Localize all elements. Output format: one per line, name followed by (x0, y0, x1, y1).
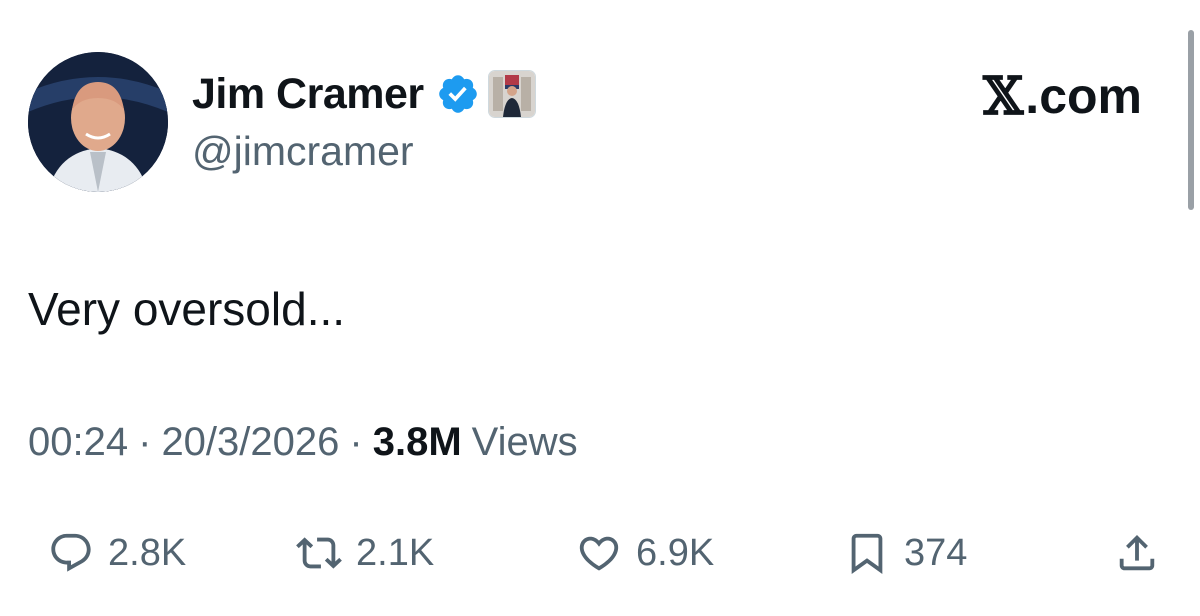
reply-icon (51, 533, 91, 572)
verified-badge-icon[interactable] (436, 72, 480, 116)
author-name-row: Jim Cramer (192, 66, 536, 122)
avatar[interactable] (28, 52, 168, 192)
bookmark-button[interactable]: 374 (844, 518, 967, 588)
reply-button[interactable]: 2.8K (48, 518, 186, 588)
affiliation-badge[interactable] (487, 70, 536, 118)
reply-count: 2.8K (108, 531, 187, 574)
tweet-date[interactable]: 20/3/2026 (161, 420, 339, 465)
meta-separator: · (349, 420, 363, 464)
tweet-actions: 2.8K 2.1K 6.9K 374 (0, 518, 1200, 588)
bookmark-icon (851, 533, 883, 574)
tweet-text: Very oversold... (28, 283, 346, 335)
scrollbar[interactable] (1188, 30, 1194, 210)
like-count: 6.9K (636, 531, 715, 574)
share-icon (1119, 534, 1155, 571)
retweet-count: 2.1K (356, 531, 435, 574)
retweet-button[interactable]: 2.1K (296, 518, 434, 588)
x-com-watermark: 𝕏 .com (982, 65, 1142, 127)
tweet-meta: 00:24 · 20/3/2026 · 3.8M Views (28, 420, 578, 465)
avatar-image (28, 52, 168, 192)
retweet-icon (296, 537, 342, 569)
x-logo-icon: 𝕏 (982, 65, 1024, 127)
views-label: Views (471, 420, 578, 464)
author-handle[interactable]: @jimcramer (192, 128, 414, 175)
author-display-name[interactable]: Jim Cramer (192, 70, 424, 119)
bookmark-count: 374 (904, 531, 968, 574)
meta-separator: · (138, 420, 152, 464)
share-button[interactable] (1114, 518, 1174, 588)
views-count: 3.8M (372, 420, 462, 464)
x-com-domain: .com (1025, 68, 1142, 124)
like-button[interactable]: 6.9K (576, 518, 714, 588)
heart-icon (579, 536, 619, 571)
tweet-time[interactable]: 00:24 (28, 420, 128, 465)
